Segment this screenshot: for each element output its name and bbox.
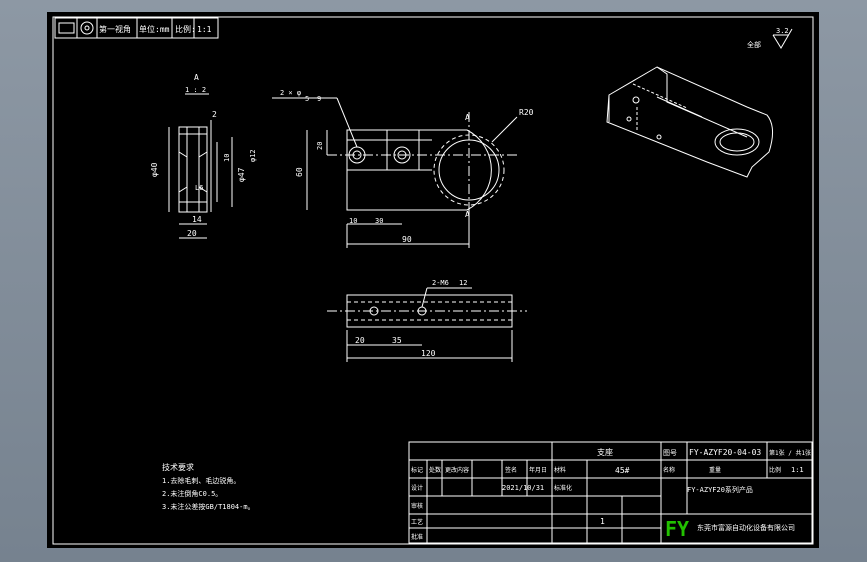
front-section-mark-top: A bbox=[465, 113, 470, 122]
front-dim-4: 90 bbox=[402, 235, 412, 244]
projection-dot-icon bbox=[84, 25, 90, 31]
title-drawing-no: FY-AZYF20-04-03 bbox=[689, 448, 761, 457]
title-scale-value: 1:1 bbox=[791, 466, 804, 474]
front-callout-2: 5 bbox=[305, 95, 309, 103]
section-dim-1: φ40 bbox=[150, 162, 159, 177]
front-dim-1: 60 bbox=[295, 167, 304, 177]
title-misc-0: 材料 bbox=[554, 466, 566, 474]
roughness-symbol: 全部 3.2 bbox=[747, 27, 793, 49]
header-item1: 第一视角 bbox=[99, 24, 131, 34]
title-row-label-3: 签名 bbox=[505, 466, 517, 474]
iso-hole-3 bbox=[656, 134, 662, 140]
section-dim-6: 14 bbox=[192, 215, 202, 224]
title-misc-1: 重量 bbox=[709, 466, 721, 474]
header-block: 第一视角 单位:mm 比例: 1:1 bbox=[54, 17, 219, 39]
title-scale-label: 比例 bbox=[769, 466, 781, 474]
drawing-sheet[interactable]: 第一视角 单位:mm 比例: 1:1 全部 3.2 A 1 : 2 2 φ40 … bbox=[47, 12, 819, 548]
title-row-label-8: 批准 bbox=[411, 533, 423, 541]
bottom-thread-depth: 12 bbox=[459, 279, 467, 287]
header-item3: 比例: bbox=[175, 24, 196, 34]
front-dim-3: 30 bbox=[375, 217, 383, 225]
bottom-thread-callout: 2-M6 bbox=[432, 279, 449, 287]
drawing-canvas: 第一视角 单位:mm 比例: 1:1 全部 3.2 A 1 : 2 2 φ40 … bbox=[52, 16, 814, 545]
projection-circle-icon bbox=[80, 21, 94, 35]
front-radius: R20 bbox=[519, 108, 534, 117]
title-misc-2: 图号 bbox=[663, 449, 677, 457]
section-outline bbox=[178, 126, 208, 213]
title-project: FY-AZYF20系列产品 bbox=[687, 485, 753, 494]
front-view: 2 × φ 5 9 R20 A A 20 60 10 30 90 bbox=[272, 89, 534, 248]
front-dim-2: 10 bbox=[349, 217, 357, 225]
section-dim-5: L6 bbox=[195, 184, 203, 192]
title-row-label-5: 设计 bbox=[411, 484, 423, 492]
tech-notes: 技术要求 1.去除毛刺、毛边锐角。 2.未注倒角C0.5。 3.未注公差按GB/… bbox=[162, 462, 255, 511]
title-row-label-4: 年月日 bbox=[529, 466, 547, 474]
title-row-label-9: 标准化 bbox=[554, 484, 572, 492]
title-misc-3: 名称 bbox=[663, 466, 675, 474]
section-dim-4: φ12 bbox=[249, 149, 257, 162]
title-row-label-7: 工艺 bbox=[411, 518, 423, 526]
bottom-dim-0: 20 bbox=[355, 336, 365, 345]
projection-rect-icon bbox=[58, 22, 75, 34]
roughness-prefix: 全部 bbox=[747, 40, 761, 49]
iso-bore-inner bbox=[719, 132, 755, 152]
iso-outline bbox=[606, 66, 773, 178]
tech-notes-line-2: 3.未注公差按GB/T1804-m。 bbox=[162, 502, 255, 511]
header-item2: 单位:mm bbox=[139, 24, 170, 34]
title-quantity: 1 bbox=[600, 517, 605, 526]
title-row-label-6: 审核 bbox=[411, 502, 423, 510]
title-part-name: 支座 bbox=[597, 447, 613, 457]
iso-hole-1 bbox=[632, 96, 640, 104]
isometric-view bbox=[606, 66, 773, 178]
title-material: 45# bbox=[615, 466, 630, 475]
header-item4: 1:1 bbox=[197, 25, 212, 34]
section-dim-7: 20 bbox=[187, 229, 197, 238]
company-logo: FY bbox=[665, 517, 689, 541]
bottom-view: 2-M6 12 20 35 120 bbox=[327, 279, 527, 362]
iso-hole-2 bbox=[626, 116, 632, 122]
title-block: 支座 图号 FY-AZYF20-04-03 第1张 / 共1张 标记 处数 更改… bbox=[408, 441, 813, 544]
roughness-value: 3.2 bbox=[776, 27, 789, 35]
section-sublabel: 1 : 2 bbox=[185, 86, 206, 94]
tech-notes-line-0: 1.去除毛刺、毛边锐角。 bbox=[162, 476, 240, 485]
bottom-dim-2: 120 bbox=[421, 349, 436, 358]
bottom-dim-1: 35 bbox=[392, 336, 402, 345]
title-date: 2021/10/31 bbox=[502, 484, 544, 492]
front-callout-1: 2 × φ bbox=[280, 89, 301, 97]
tech-notes-line-1: 2.未注倒角C0.5。 bbox=[162, 489, 222, 498]
front-callout-3: 9 bbox=[317, 95, 321, 103]
title-row-label-2: 更改内容 bbox=[445, 466, 469, 474]
cad-viewport[interactable]: 第一视角 单位:mm 比例: 1:1 全部 3.2 A 1 : 2 2 φ40 … bbox=[0, 0, 867, 562]
title-company: 东莞市富源自动化设备有限公司 bbox=[697, 523, 795, 532]
section-view: A 1 : 2 2 φ40 φ47 10 φ12 L6 14 20 bbox=[150, 73, 257, 239]
section-dim-0: 2 bbox=[212, 110, 217, 119]
front-dim-0: 20 bbox=[316, 142, 324, 150]
section-label: A bbox=[194, 73, 199, 82]
title-row-label-0: 标记 bbox=[411, 466, 423, 474]
section-dim-3: 10 bbox=[223, 154, 231, 162]
title-row-label-1: 处数 bbox=[429, 466, 441, 474]
title-sheet-info: 第1张 / 共1张 bbox=[769, 449, 811, 457]
tech-notes-title: 技术要求 bbox=[162, 462, 194, 472]
section-dim-2: φ47 bbox=[237, 167, 246, 182]
